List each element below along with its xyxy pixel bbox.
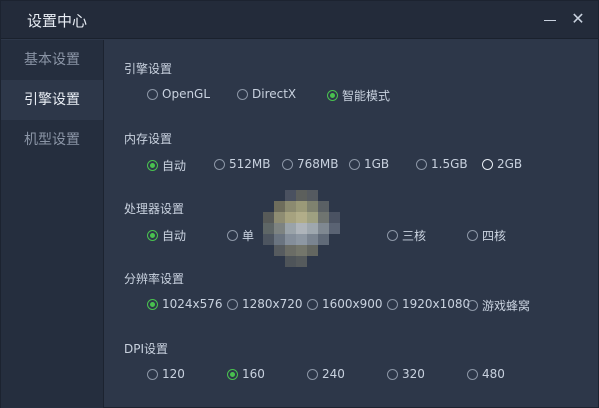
close-icon[interactable]: ✕ [568,9,588,29]
radio-icon[interactable] [387,368,398,380]
radio-icon[interactable] [482,158,493,170]
dpi-option-480[interactable]: 480 [467,367,505,381]
option-label: 240 [322,367,345,381]
option-label: 1920x1080 [402,297,471,311]
radio-icon[interactable] [467,230,478,241]
radio-selected-icon[interactable] [147,160,158,171]
dpi-option-240[interactable]: 240 [307,367,345,381]
radio-icon[interactable] [349,158,360,170]
dpi-option-120[interactable]: 120 [147,367,185,381]
resolution-option-1920x1080[interactable]: 1920x1080 [387,297,470,311]
radio-selected-icon[interactable] [227,368,238,380]
sidebar-item-engine[interactable]: 引擎设置 [1,80,103,120]
radio-icon[interactable] [467,300,478,311]
option-label: 2GB [497,157,523,171]
radio-icon[interactable] [387,230,398,241]
option-label: 512MB [229,157,271,171]
option-label: 1.5GB [431,157,468,171]
radio-icon[interactable] [227,230,238,241]
radio-icon[interactable] [282,158,293,170]
option-label: 1600x900 [322,297,383,311]
radio-icon[interactable] [237,88,248,100]
window-title: 设置中心 [27,12,88,30]
option-label: 自动 [162,229,187,243]
memory-option-1-5gb[interactable]: 1.5GB [416,157,468,171]
dpi-section-title: DPI设置 [124,342,169,356]
radio-icon[interactable] [416,158,427,170]
cpu-option-single[interactable]: 单 [227,227,254,244]
resolution-option-1280x720[interactable]: 1280x720 [227,297,303,311]
option-label: 单 [242,229,255,243]
engine-option-directx[interactable]: DirectX [237,87,296,101]
option-label: 160 [242,367,265,381]
radio-icon[interactable] [147,368,158,380]
resolution-option-1600x900[interactable]: 1600x900 [307,297,383,311]
engine-option-opengl[interactable]: OpenGL [147,87,210,101]
radio-icon[interactable] [387,298,398,310]
sidebar-item-model[interactable]: 机型设置 [1,120,103,160]
option-label: 1GB [364,157,390,171]
resolution-section-title: 分辨率设置 [124,272,185,286]
option-label: 四核 [482,229,507,243]
radio-icon[interactable] [307,298,318,310]
sidebar: 基本设置 引擎设置 机型设置 [1,40,104,408]
cpu-section-title: 处理器设置 [124,202,185,216]
option-label: 游戏蜂窝 [482,299,531,313]
settings-content: 引擎设置 OpenGL DirectX 智能模式 内存设置 自动 512MB 7… [105,40,599,408]
memory-option-1gb[interactable]: 1GB [349,157,389,171]
memory-option-768mb[interactable]: 768MB [282,157,339,171]
minimize-icon[interactable] [540,9,560,29]
radio-icon[interactable] [214,158,225,170]
cpu-option-auto[interactable]: 自动 [147,227,186,244]
option-label: 1280x720 [242,297,303,311]
radio-selected-icon[interactable] [147,230,158,241]
memory-option-512mb[interactable]: 512MB [214,157,271,171]
option-label: 120 [162,367,185,381]
resolution-option-1024x576[interactable]: 1024x576 [147,297,223,311]
option-label: 320 [402,367,425,381]
radio-icon[interactable] [307,368,318,380]
option-label: 768MB [297,157,339,171]
option-label: 智能模式 [342,89,391,103]
radio-icon[interactable] [467,368,478,380]
memory-option-auto[interactable]: 自动 [147,157,186,174]
option-label: 480 [482,367,505,381]
dpi-option-160[interactable]: 160 [227,367,265,381]
pixelated-overlay [263,190,351,278]
memory-section-title: 内存设置 [124,132,173,146]
dpi-option-320[interactable]: 320 [387,367,425,381]
cpu-option-three-core[interactable]: 三核 [387,227,426,244]
option-label: 自动 [162,159,187,173]
radio-icon[interactable] [227,298,238,310]
sidebar-item-basic[interactable]: 基本设置 [1,40,103,80]
memory-option-2gb[interactable]: 2GB [482,157,522,171]
settings-window: 设置中心 ✕ 基本设置 引擎设置 机型设置 引擎设置 OpenGL Direct… [0,0,599,408]
radio-selected-icon[interactable] [327,90,338,101]
engine-option-smart[interactable]: 智能模式 [327,87,390,104]
engine-section-title: 引擎设置 [124,62,173,76]
title-bar[interactable]: 设置中心 ✕ [1,1,598,39]
option-label: OpenGL [162,87,211,101]
cpu-option-four-core[interactable]: 四核 [467,227,506,244]
resolution-option-gamehive[interactable]: 游戏蜂窝 [467,297,530,314]
radio-icon[interactable] [147,88,158,100]
option-label: 1024x576 [162,297,223,311]
radio-selected-icon[interactable] [147,298,158,310]
option-label: 三核 [402,229,427,243]
option-label: DirectX [252,87,297,101]
